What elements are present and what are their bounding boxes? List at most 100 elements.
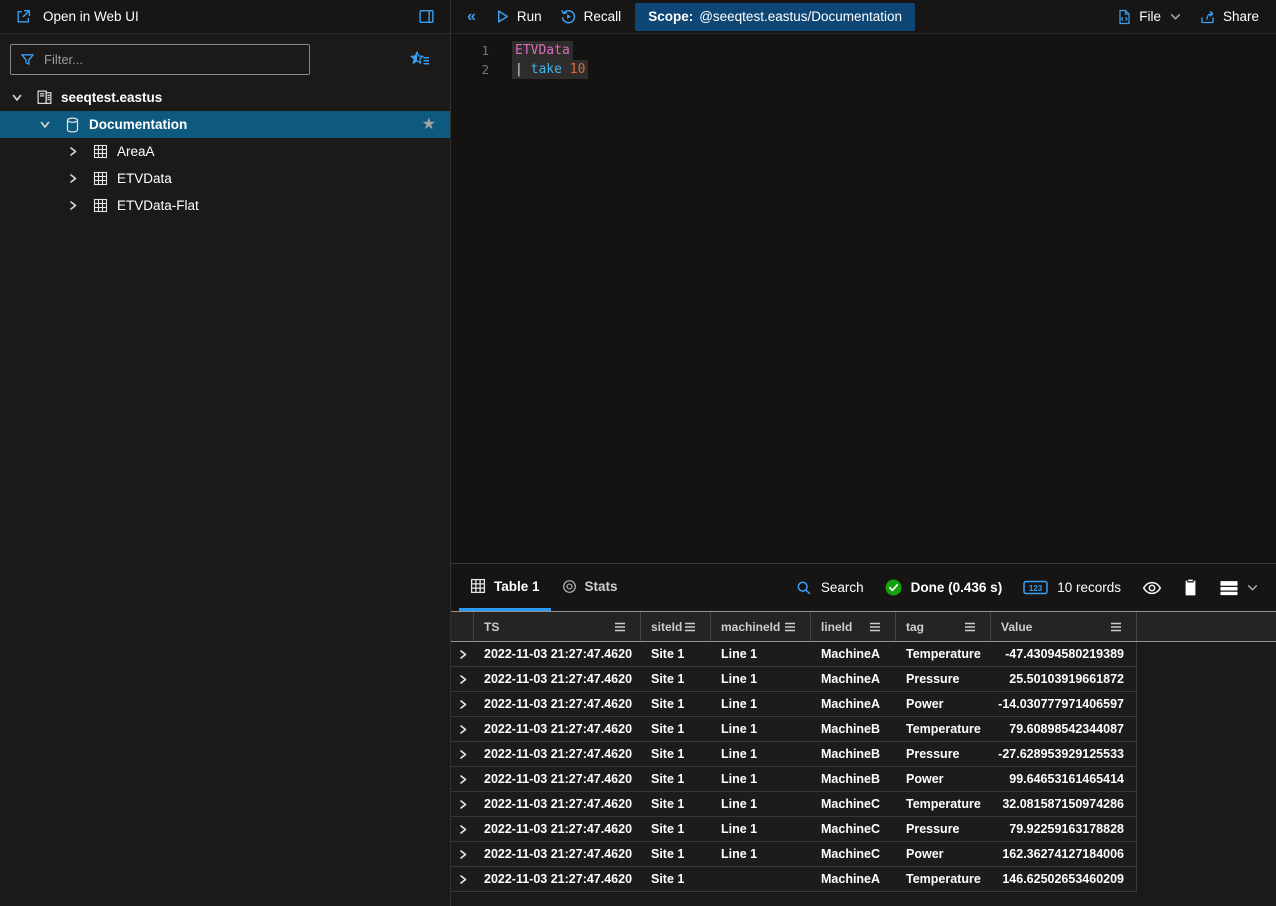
column-menu-icon[interactable] bbox=[614, 622, 626, 632]
collapse-sidebar-button[interactable]: « bbox=[457, 8, 486, 26]
share-button[interactable]: Share bbox=[1190, 9, 1268, 25]
table-row[interactable]: 2022-11-03 21:27:47.4620Site 1Line 1Mach… bbox=[451, 842, 1136, 867]
column-header-Value[interactable]: Value bbox=[991, 612, 1137, 641]
cell-tag: Temperature bbox=[896, 797, 991, 811]
column-header-tag[interactable]: tag bbox=[896, 612, 991, 641]
tree-item-label: Documentation bbox=[89, 117, 187, 132]
cell-ts: 2022-11-03 21:27:47.4620 bbox=[474, 822, 641, 836]
results-grid: TSsiteIdmachineIdlineIdtagValue 2022-11-… bbox=[451, 611, 1276, 906]
column-menu-icon[interactable] bbox=[684, 622, 696, 632]
copy-clipboard-icon[interactable] bbox=[1183, 579, 1198, 596]
column-menu-icon[interactable] bbox=[869, 622, 881, 632]
tree-item-documentation[interactable]: Documentation ★ bbox=[0, 111, 450, 138]
cell-siteId: Site 1 bbox=[641, 872, 711, 886]
filter-box[interactable] bbox=[10, 44, 310, 75]
column-header-machineId[interactable]: machineId bbox=[711, 612, 811, 641]
cell-tag: Power bbox=[896, 847, 991, 861]
row-expander-icon[interactable] bbox=[451, 824, 474, 835]
row-expander-icon[interactable] bbox=[451, 849, 474, 860]
row-expander-icon[interactable] bbox=[451, 774, 474, 785]
tree-item-seeqtest.eastus[interactable]: seeqtest.eastus bbox=[0, 84, 450, 111]
file-icon bbox=[1116, 9, 1132, 25]
tree-item-etvdata[interactable]: ETVData bbox=[0, 165, 450, 192]
table-row[interactable]: 2022-11-03 21:27:47.4620Site 1Line 1Mach… bbox=[451, 642, 1136, 667]
table-icon bbox=[470, 578, 486, 594]
layout-rows-icon[interactable] bbox=[1219, 580, 1239, 596]
table-row[interactable]: 2022-11-03 21:27:47.4620Site 1Line 1Mach… bbox=[451, 767, 1136, 792]
row-expander-icon[interactable] bbox=[451, 799, 474, 810]
column-menu-icon[interactable] bbox=[784, 622, 796, 632]
filter-funnel-icon bbox=[20, 52, 35, 67]
row-expander-icon[interactable] bbox=[451, 874, 474, 885]
scope-selector[interactable]: Scope: @seeqtest.eastus/Documentation bbox=[635, 3, 915, 31]
open-in-web-ui-button[interactable]: Open in Web UI bbox=[43, 9, 139, 24]
filter-input[interactable] bbox=[44, 52, 300, 67]
favorites-filter-icon[interactable] bbox=[410, 51, 431, 67]
star-icon[interactable]: ★ bbox=[422, 117, 436, 133]
query-editor[interactable]: 1ETVData2| take 10 bbox=[451, 34, 1276, 563]
chevron-down-icon[interactable] bbox=[36, 116, 54, 134]
cell-tag: Pressure bbox=[896, 747, 991, 761]
editor-line[interactable]: 1ETVData bbox=[451, 41, 1276, 60]
row-expander-icon[interactable] bbox=[451, 699, 474, 710]
cell-lineId: MachineB bbox=[811, 722, 896, 736]
tree-item-label: ETVData-Flat bbox=[117, 198, 199, 213]
cell-value: 99.64653161465414 bbox=[991, 772, 1137, 786]
table-row[interactable]: 2022-11-03 21:27:47.4620Site 1MachineATe… bbox=[451, 867, 1136, 892]
chevron-right-icon[interactable] bbox=[64, 143, 82, 161]
recall-button[interactable]: Recall bbox=[551, 0, 631, 33]
code-token: 10 bbox=[562, 62, 585, 77]
search-results-button[interactable]: Search bbox=[796, 580, 864, 596]
column-header-siteId[interactable]: siteId bbox=[641, 612, 711, 641]
cell-siteId: Site 1 bbox=[641, 722, 711, 736]
chevron-right-icon[interactable] bbox=[64, 197, 82, 215]
tree-item-etvdata-flat[interactable]: ETVData-Flat bbox=[0, 192, 450, 219]
chevron-down-icon[interactable] bbox=[8, 89, 26, 107]
cell-machineId: Line 1 bbox=[711, 847, 811, 861]
cell-machineId: Line 1 bbox=[711, 747, 811, 761]
table-row[interactable]: 2022-11-03 21:27:47.4620Site 1Line 1Mach… bbox=[451, 692, 1136, 717]
layout-chevron-down-icon[interactable] bbox=[1247, 582, 1258, 593]
results-tab-bar: Table 1 Stats Search Done (0.436 s) 123 … bbox=[451, 564, 1276, 611]
column-menu-icon[interactable] bbox=[1110, 622, 1122, 632]
tree-item-label: seeqtest.eastus bbox=[61, 90, 162, 105]
row-expander-icon[interactable] bbox=[451, 724, 474, 735]
table-icon bbox=[90, 197, 110, 215]
query-toolbar: « Run Recall Scope: @seeqtest.eastus/Doc… bbox=[451, 0, 1276, 34]
tab-stats[interactable]: Stats bbox=[551, 564, 629, 611]
file-menu-button[interactable]: File bbox=[1107, 9, 1190, 25]
database-icon bbox=[62, 116, 82, 134]
cell-ts: 2022-11-03 21:27:47.4620 bbox=[474, 647, 641, 661]
table-row[interactable]: 2022-11-03 21:27:47.4620Site 1Line 1Mach… bbox=[451, 742, 1136, 767]
cluster-icon bbox=[34, 89, 54, 107]
cell-lineId: MachineA bbox=[811, 647, 896, 661]
column-header-lineId[interactable]: lineId bbox=[811, 612, 896, 641]
column-header-TS[interactable]: TS bbox=[474, 612, 641, 641]
row-expander-icon[interactable] bbox=[451, 674, 474, 685]
cell-siteId: Site 1 bbox=[641, 747, 711, 761]
cell-siteId: Site 1 bbox=[641, 822, 711, 836]
run-button[interactable]: Run bbox=[486, 0, 551, 33]
row-expander-icon[interactable] bbox=[451, 649, 474, 660]
editor-line[interactable]: 2| take 10 bbox=[451, 60, 1276, 79]
code-token: ETVData bbox=[515, 43, 570, 58]
tab-table-1[interactable]: Table 1 bbox=[459, 564, 551, 611]
row-expander-icon[interactable] bbox=[451, 749, 474, 760]
tree-item-areaa[interactable]: AreaA bbox=[0, 138, 450, 165]
table-row[interactable]: 2022-11-03 21:27:47.4620Site 1Line 1Mach… bbox=[451, 792, 1136, 817]
preview-eye-icon[interactable] bbox=[1142, 580, 1162, 596]
chevron-right-icon[interactable] bbox=[64, 170, 82, 188]
cell-lineId: MachineA bbox=[811, 672, 896, 686]
column-menu-icon[interactable] bbox=[964, 622, 976, 632]
table-row[interactable]: 2022-11-03 21:27:47.4620Site 1Line 1Mach… bbox=[451, 817, 1136, 842]
cell-ts: 2022-11-03 21:27:47.4620 bbox=[474, 847, 641, 861]
table-icon bbox=[90, 143, 110, 161]
db-tree: seeqtest.eastusDocumentation★AreaAETVDat… bbox=[0, 84, 450, 219]
toggle-panel-icon[interactable] bbox=[418, 8, 435, 25]
table-row[interactable]: 2022-11-03 21:27:47.4620Site 1Line 1Mach… bbox=[451, 667, 1136, 692]
code-token: take bbox=[531, 62, 562, 77]
code-token: | bbox=[515, 62, 531, 77]
table-row[interactable]: 2022-11-03 21:27:47.4620Site 1Line 1Mach… bbox=[451, 717, 1136, 742]
cell-ts: 2022-11-03 21:27:47.4620 bbox=[474, 747, 641, 761]
share-icon bbox=[1199, 9, 1216, 25]
